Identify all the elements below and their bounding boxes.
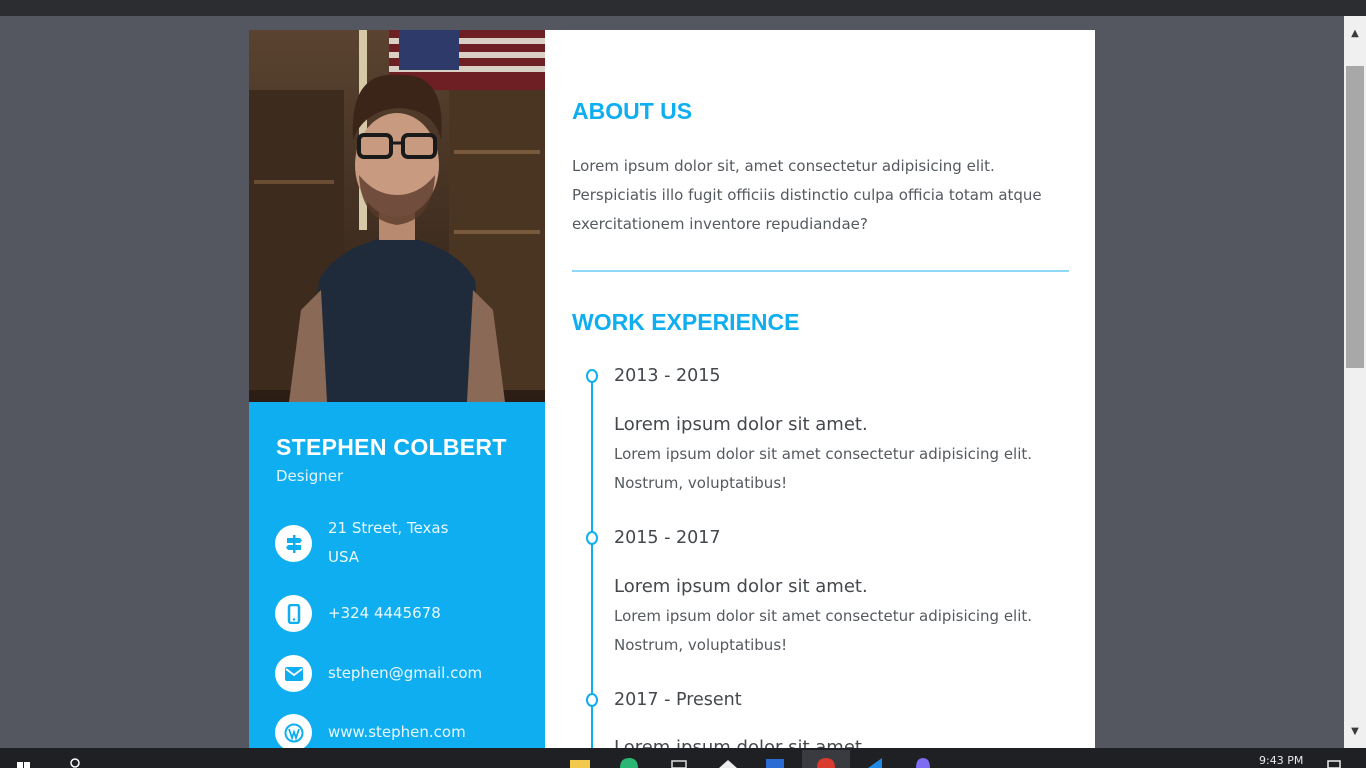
page-scrollbar[interactable]: ▲ ▼ <box>1344 16 1366 748</box>
timeline-dot <box>586 369 598 383</box>
file-explorer-icon[interactable] <box>568 750 592 768</box>
website-link[interactable]: www.stephen.com <box>328 718 466 747</box>
job-description-line: Lorem ipsum dolor sit amet consectetur a… <box>614 607 1033 625</box>
email-link[interactable]: stephen@gmail.com <box>328 659 482 688</box>
about-text: Lorem ipsum dolor sit, amet consectetur … <box>572 157 1042 233</box>
timeline-dot <box>586 693 598 707</box>
job-description-line: Nostrum, voluptatibus! <box>614 636 788 654</box>
job-title: Lorem ipsum dolor sit amet. <box>614 414 868 435</box>
taskbar-clock[interactable]: 9:43 PM <box>1259 754 1303 767</box>
resume-card: STEPHEN COLBERT Designer 21 Street, Texa… <box>249 30 1095 748</box>
mail-icon[interactable] <box>716 750 740 768</box>
contact-phone: +324 4445678 <box>275 595 441 632</box>
person-role: Designer <box>276 467 344 485</box>
about-heading: ABOUT US <box>572 98 693 124</box>
profile-photo <box>249 30 545 402</box>
contact-address: 21 Street, Texas USA <box>275 519 448 572</box>
job-years: 2017 - Present <box>614 690 742 710</box>
notification-icon[interactable] <box>1324 750 1344 768</box>
contact-email[interactable]: stephen@gmail.com <box>275 655 482 692</box>
wordpress-icon <box>275 714 312 748</box>
job-description-line: Lorem ipsum dolor sit amet consectetur a… <box>614 445 1033 463</box>
edge-browser-icon[interactable] <box>617 750 641 768</box>
job-description-line: Nostrum, voluptatibus! <box>614 474 788 492</box>
windows-start-icon[interactable] <box>14 750 34 768</box>
search-icon[interactable] <box>64 750 84 768</box>
windows-taskbar: 9:43 PM <box>0 748 1366 768</box>
main-content: ABOUT US Lorem ipsum dolor sit, amet con… <box>545 30 1095 748</box>
scroll-down-arrow-icon[interactable]: ▼ <box>1344 722 1366 740</box>
timeline-line <box>591 370 593 748</box>
contact-website[interactable]: www.stephen.com <box>275 714 466 748</box>
job-years: 2013 - 2015 <box>614 366 721 386</box>
store-icon[interactable] <box>667 750 691 768</box>
person-name: STEPHEN COLBERT <box>276 434 507 460</box>
app-icon[interactable] <box>911 750 935 768</box>
phone-number: +324 4445678 <box>328 604 441 622</box>
job-years: 2015 - 2017 <box>614 528 721 548</box>
job-description: Lorem ipsum dolor sit amet consectetur a… <box>614 602 1054 660</box>
address-line-2: USA <box>328 548 360 566</box>
job-description: Lorem ipsum dolor sit amet consectetur a… <box>614 440 1054 498</box>
signpost-icon <box>275 525 312 562</box>
job-title: Lorem ipsum dolor sit amet. <box>614 737 868 748</box>
address-line-1: 21 Street, Texas <box>328 519 449 537</box>
chrome-icon[interactable] <box>802 750 850 768</box>
sidebar: STEPHEN COLBERT Designer 21 Street, Texa… <box>249 30 545 748</box>
section-divider <box>572 270 1069 272</box>
scrollbar-thumb[interactable] <box>1346 66 1364 368</box>
vscode-icon[interactable] <box>863 750 887 768</box>
word-icon[interactable] <box>763 750 787 768</box>
mobile-phone-icon <box>275 595 312 632</box>
work-heading: WORK EXPERIENCE <box>572 309 800 335</box>
scroll-up-arrow-icon[interactable]: ▲ <box>1344 24 1366 42</box>
browser-top-bar <box>0 0 1366 16</box>
envelope-icon <box>275 655 312 692</box>
job-title: Lorem ipsum dolor sit amet. <box>614 576 868 597</box>
timeline-dot <box>586 531 598 545</box>
